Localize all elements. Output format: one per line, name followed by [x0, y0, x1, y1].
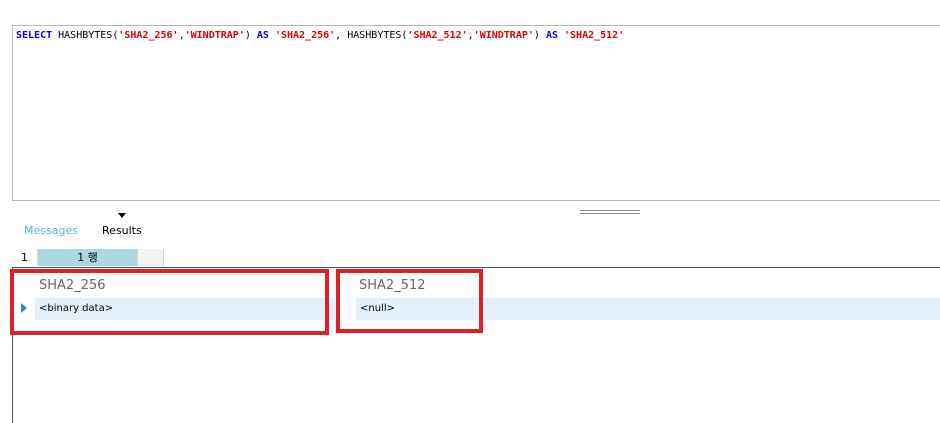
- result-set-number: 1: [12, 249, 38, 266]
- sql-token-kw: SELECT: [16, 30, 53, 41]
- sql-token-str: 'SHA2_512': [407, 30, 468, 41]
- result-set-tab-active[interactable]: 1 행: [38, 249, 138, 266]
- sql-token-fn: ): [533, 30, 546, 41]
- highlight-box-sha2-512: [336, 269, 483, 333]
- highlight-box-sha2-256: [10, 269, 329, 335]
- sql-token-fn: ): [244, 30, 257, 41]
- sql-token-kw: AS: [256, 30, 269, 41]
- sql-token-kw: AS: [545, 30, 558, 41]
- tab-messages[interactable]: Messages: [12, 221, 90, 241]
- sql-token-str: 'SHA2_256': [274, 30, 336, 41]
- sql-token-str: 'SHA2_256': [118, 30, 179, 41]
- sql-editor[interactable]: SELECT HASHBYTES('SHA2_256','WINDTRAP') …: [12, 25, 940, 201]
- pane-splitter-handle[interactable]: [580, 210, 640, 214]
- tab-results[interactable]: Results: [90, 213, 154, 241]
- sql-token-fn: , HASHBYTES(: [335, 30, 408, 41]
- result-set-tab-empty[interactable]: [138, 249, 164, 266]
- active-tab-indicator-icon: [117, 213, 126, 218]
- sql-token-str: 'WINDTRAP': [473, 30, 534, 41]
- sql-token-fn: HASHBYTES(: [52, 30, 119, 41]
- output-tabs: Messages Results: [12, 213, 154, 241]
- tab-results-label: Results: [101, 224, 142, 237]
- sql-query-line[interactable]: SELECT HASHBYTES('SHA2_256','WINDTRAP') …: [16, 30, 624, 41]
- sql-token-str: 'WINDTRAP': [184, 30, 245, 41]
- sql-token-str: 'SHA2_512': [564, 30, 625, 41]
- result-set-tabs: 1 1 행: [12, 249, 164, 266]
